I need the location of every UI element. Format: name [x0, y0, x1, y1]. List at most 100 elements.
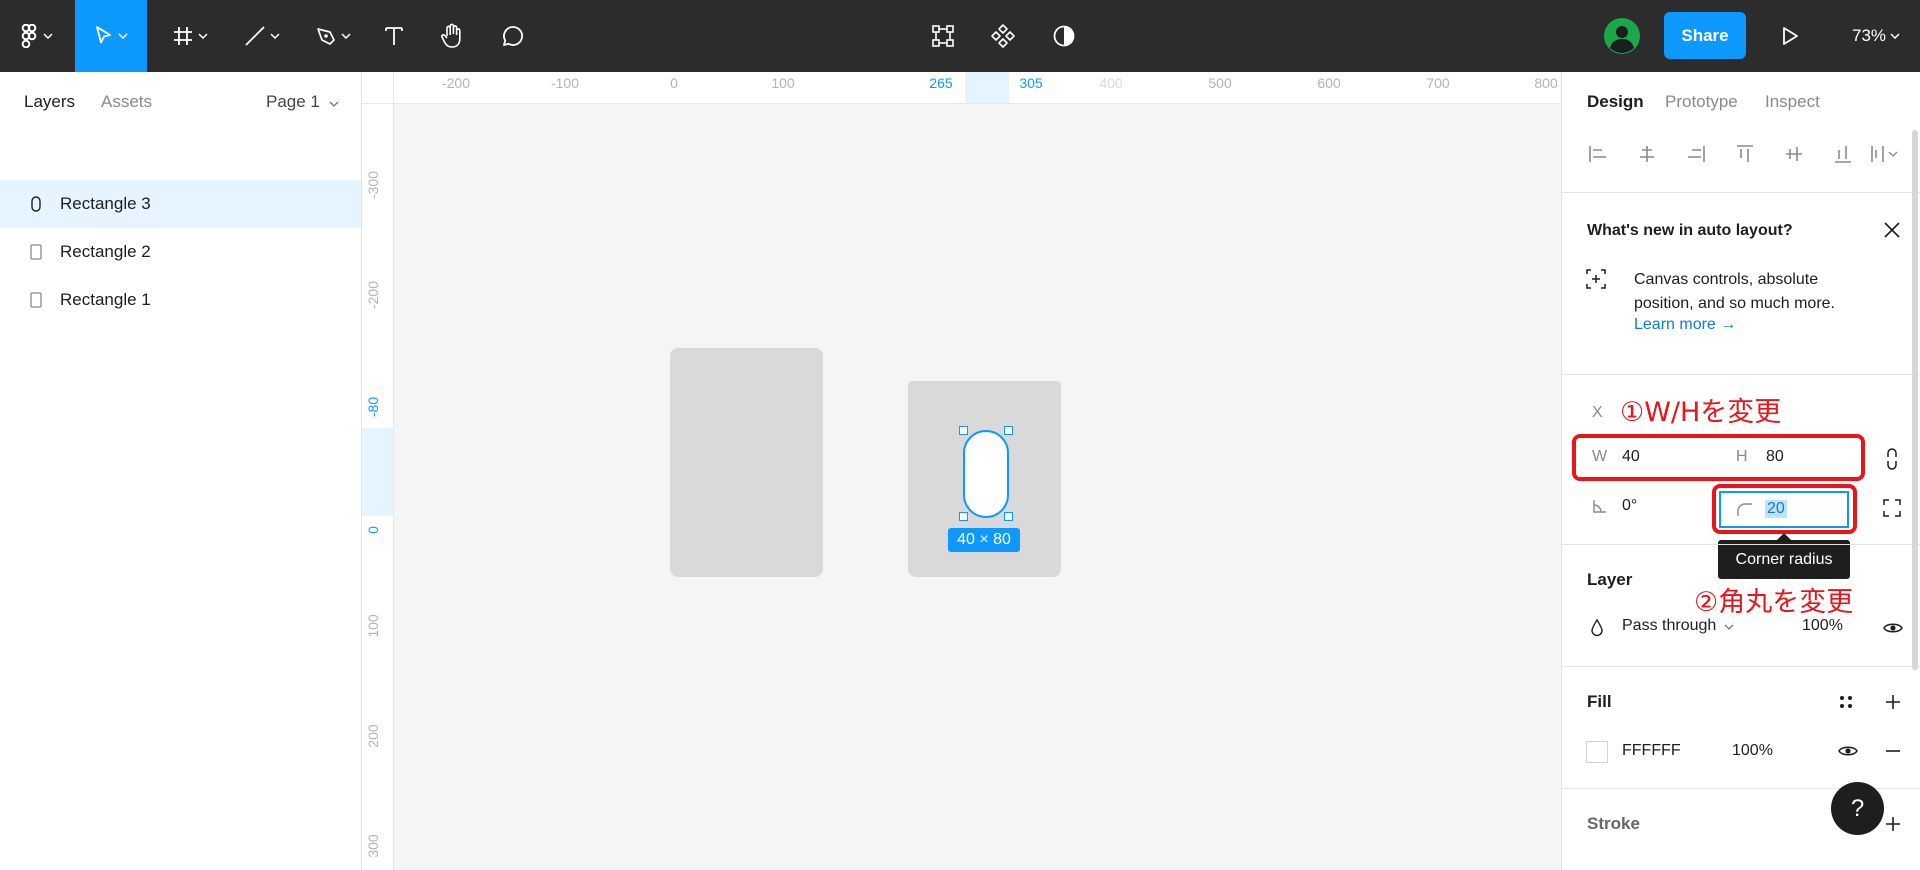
eye-icon[interactable] [1881, 616, 1905, 640]
properties-scrollbar[interactable] [1912, 130, 1918, 670]
ruler-tick-label: 0 [670, 75, 678, 91]
align-vertical-center-icon[interactable] [1782, 142, 1806, 166]
align-bottom-icon[interactable] [1831, 142, 1855, 166]
line-icon [245, 26, 265, 46]
tab-design[interactable]: Design [1587, 92, 1644, 112]
canvas-rectangle-3-selected[interactable] [963, 430, 1009, 518]
blend-mode-select[interactable]: Pass through [1622, 617, 1734, 635]
tooltip-arrow [1777, 533, 1791, 540]
present-button[interactable] [1768, 0, 1812, 72]
divider [1562, 544, 1920, 545]
corner-radius-icon [1737, 503, 1752, 516]
eye-icon[interactable] [1836, 739, 1860, 763]
component-button[interactable] [981, 0, 1025, 72]
x-label: X [1592, 404, 1603, 421]
resize-handle[interactable] [959, 512, 968, 521]
corner-radius-tooltip: Corner radius [1718, 540, 1850, 579]
whats-new-title: What's new in auto layout? [1587, 222, 1793, 239]
edit-object-button[interactable] [921, 0, 965, 72]
independent-corners-icon[interactable] [1880, 496, 1904, 520]
hand-icon [441, 23, 461, 48]
tab-prototype[interactable]: Prototype [1665, 92, 1738, 112]
pen-icon [317, 28, 335, 45]
blend-mode-value: Pass through [1622, 617, 1717, 634]
fill-hex-field[interactable]: FFFFFF [1622, 742, 1681, 760]
w-label: W [1592, 448, 1608, 465]
ruler-tick-label: -80 [365, 396, 381, 418]
layers-panel: Layers Assets Page 1 Rectangle 3 Rectang… [0, 72, 362, 870]
align-top-icon[interactable] [1733, 142, 1757, 166]
pen-tool-button[interactable] [303, 0, 363, 72]
rounded-rectangle-icon [29, 195, 43, 213]
layer-row-rectangle-2[interactable]: Rectangle 2 [0, 228, 361, 276]
ruler-tick-label: -300 [365, 170, 381, 200]
width-field[interactable]: 40 [1622, 448, 1640, 466]
text-tool-button[interactable] [372, 0, 416, 72]
ruler-tick-label: 400 [1099, 75, 1123, 91]
page-selector[interactable]: Page 1 [266, 92, 339, 112]
divider [1562, 666, 1920, 667]
annotation-highlight-box [1572, 434, 1865, 481]
height-field[interactable]: 80 [1766, 448, 1784, 466]
ruler-tick-label: 200 [365, 724, 381, 748]
resize-handle[interactable] [959, 426, 968, 435]
add-fill-icon[interactable] [1881, 690, 1905, 714]
resize-handle[interactable] [1004, 512, 1013, 521]
tab-layers[interactable]: Layers [24, 92, 75, 112]
ruler-selection-highlight [965, 72, 1009, 103]
zoom-menu[interactable]: 73% [1836, 0, 1916, 72]
align-horizontal-center-icon[interactable] [1635, 142, 1659, 166]
corner-radius-input[interactable]: 20 [1719, 491, 1849, 528]
hand-tool-button[interactable] [430, 0, 474, 72]
figma-logo-icon [21, 24, 37, 48]
page-name: Page 1 [266, 92, 320, 111]
tab-assets[interactable]: Assets [101, 92, 152, 112]
chevron-down-icon [1724, 624, 1734, 630]
styles-grid-icon[interactable] [1834, 690, 1858, 714]
ruler-tick-label: -200 [441, 75, 471, 91]
layer-row-rectangle-3[interactable]: Rectangle 3 [0, 180, 361, 228]
user-avatar-icon [1604, 18, 1640, 54]
chevron-down-icon [329, 101, 339, 107]
fill-opacity-field[interactable]: 100% [1732, 742, 1773, 760]
chevron-down-icon [43, 33, 53, 39]
cursor-arrow-icon [96, 26, 111, 44]
ruler-tick-label: 300 [365, 834, 381, 858]
layer-opacity-field[interactable]: 100% [1802, 617, 1843, 635]
rotation-field[interactable]: 0° [1622, 497, 1637, 515]
ruler-horizontal [362, 72, 1560, 104]
ruler-corner [362, 72, 394, 104]
divider [1562, 192, 1920, 193]
zoom-level: 73% [1851, 26, 1887, 45]
canvas-rectangle-1[interactable] [670, 348, 823, 577]
fill-color-swatch[interactable] [1586, 741, 1608, 763]
distribute-menu-icon[interactable] [1868, 142, 1906, 166]
move-tool-button[interactable] [75, 0, 147, 72]
annotation-change-wh: ①W/Hを変更 [1620, 397, 1782, 428]
resize-handle[interactable] [1004, 426, 1013, 435]
frame-hash-icon [174, 27, 192, 45]
text-t-icon [385, 27, 403, 45]
mask-button[interactable] [1042, 0, 1086, 72]
learn-more-link[interactable]: Learn more → [1634, 316, 1736, 334]
add-stroke-icon[interactable] [1881, 812, 1905, 836]
frame-tool-button[interactable] [160, 0, 220, 72]
tab-inspect[interactable]: Inspect [1765, 92, 1820, 112]
annotation-change-corner: ②角丸を変更 [1694, 587, 1854, 618]
help-button[interactable]: ? [1831, 782, 1884, 835]
constrain-proportions-icon[interactable] [1880, 447, 1904, 471]
share-button[interactable]: Share [1664, 12, 1746, 59]
remove-fill-icon[interactable] [1881, 739, 1905, 763]
line-tool-button[interactable] [232, 0, 292, 72]
fill-section-title: Fill [1587, 692, 1612, 711]
main-menu-button[interactable] [0, 0, 72, 72]
align-right-icon[interactable] [1684, 142, 1708, 166]
ruler-selection-highlight [362, 428, 393, 516]
layer-row-rectangle-1[interactable]: Rectangle 1 [0, 276, 361, 324]
rotation-angle-icon [1590, 496, 1610, 516]
component-diamond-icon [991, 24, 1015, 48]
comment-tool-button[interactable] [491, 0, 535, 72]
align-left-icon[interactable] [1586, 142, 1610, 166]
close-icon[interactable] [1880, 218, 1904, 242]
avatar[interactable] [1600, 0, 1644, 72]
